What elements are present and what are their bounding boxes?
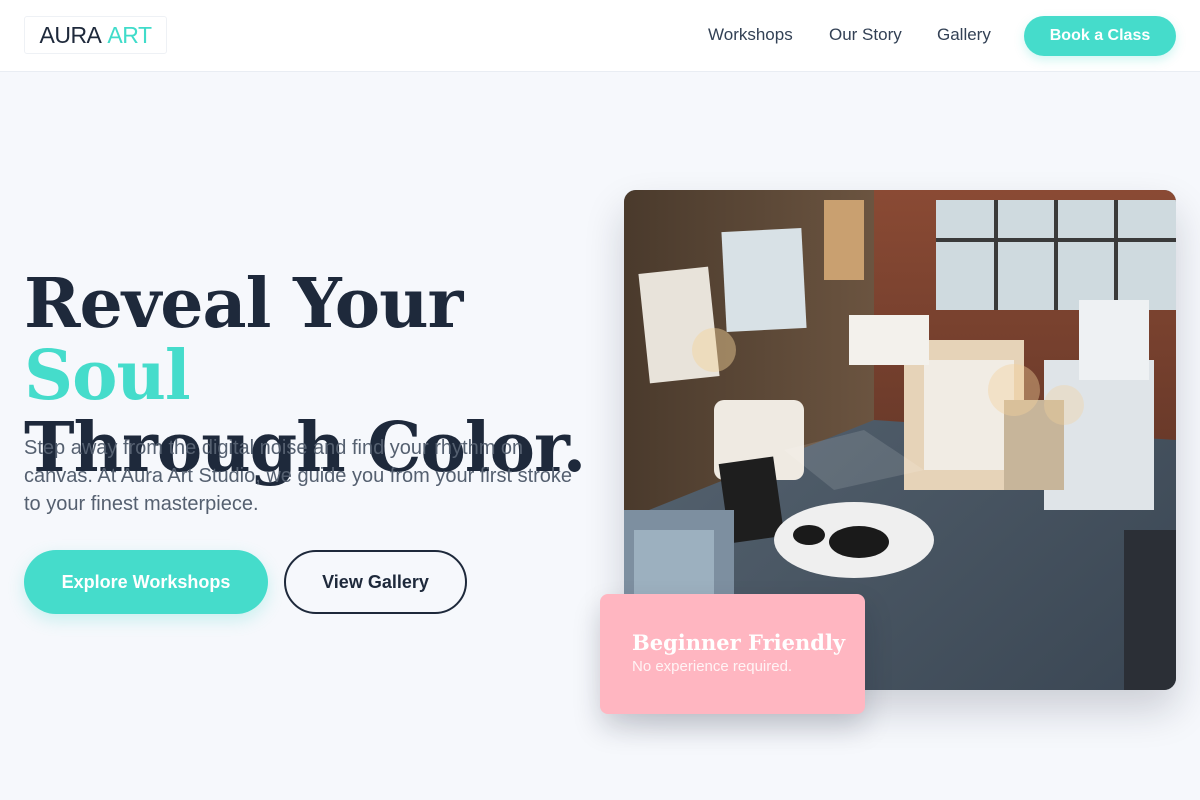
beginner-friendly-badge: Beginner Friendly No experience required… [600, 594, 865, 714]
logo-word-art: ART [107, 21, 152, 48]
headline-accent: Soul [24, 336, 191, 416]
nav-link-gallery[interactable]: Gallery [937, 24, 991, 46]
logo-word-aura: AURA [39, 21, 102, 48]
badge-title: Beginner Friendly [632, 630, 846, 655]
headline-text-1: Reveal Your [24, 264, 463, 344]
nav-link-workshops[interactable]: Workshops [708, 24, 793, 46]
explore-workshops-button[interactable]: Explore Workshops [24, 550, 268, 614]
nav-link-our-story[interactable]: Our Story [829, 24, 902, 46]
book-a-class-button[interactable]: Book a Class [1024, 16, 1176, 56]
view-gallery-button[interactable]: View Gallery [284, 550, 467, 614]
hero-subtext: Step away from the digital noise and fin… [24, 437, 573, 515]
site-header: AURA ART Workshops Our Story Gallery Boo… [0, 0, 1200, 72]
badge-subtitle: No experience required. [632, 658, 793, 675]
logo[interactable]: AURA ART [24, 16, 167, 54]
